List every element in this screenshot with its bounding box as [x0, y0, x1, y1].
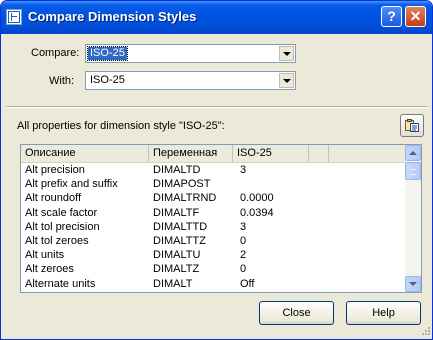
row-variable: DIMALT	[153, 277, 193, 290]
table-row[interactable]: Alt units DIMALTU 2	[21, 248, 405, 262]
table-row[interactable]: Alternate units DIMALT Off	[21, 277, 405, 291]
row-value: 0	[240, 234, 247, 247]
close-title-button[interactable]: ✕	[405, 6, 426, 27]
row-variable: DIMALTRND	[153, 192, 217, 205]
list-header: Описание Переменная ISO-25	[21, 145, 405, 163]
app-icon	[6, 9, 22, 25]
row-value: 3	[240, 220, 247, 233]
table-row[interactable]: Alt scale factor DIMALTF 0.0394	[21, 206, 405, 220]
row-description: Alt scale factor	[25, 206, 98, 219]
table-row[interactable]: Alt roundoff DIMALTRND 0.0000	[21, 191, 405, 205]
column-header-style[interactable]: ISO-25	[233, 145, 309, 162]
row-description: Alt prefix and suffix	[25, 178, 118, 191]
properties-list[interactable]: Описание Переменная ISO-25 Alt precision…	[20, 144, 422, 293]
row-description: Alt tol zeroes	[25, 234, 89, 247]
row-variable: DIMAPOST	[153, 178, 211, 191]
column-header-description[interactable]: Описание	[21, 145, 149, 162]
copy-to-clipboard-button[interactable]	[400, 114, 424, 137]
scroll-down-icon[interactable]	[405, 276, 421, 292]
compare-label: Compare:	[31, 47, 80, 59]
row-variable: DIMALTU	[153, 249, 201, 262]
row-description: Alt tol precision	[25, 220, 100, 233]
row-variable: DIMALTTD	[153, 220, 208, 233]
table-row[interactable]: Alt tol precision DIMALTTD 3	[21, 220, 405, 234]
row-variable: DIMALTZ	[153, 263, 200, 276]
scroll-up-icon[interactable]	[405, 145, 421, 161]
with-dropdown[interactable]: ISO-25	[85, 71, 296, 90]
column-header-empty	[309, 145, 329, 162]
row-description: Alt zeroes	[25, 263, 74, 276]
row-value: 0.0000	[240, 192, 274, 205]
title-bar[interactable]: Compare Dimension Styles ? ✕	[1, 1, 432, 34]
help-button[interactable]: Help	[346, 301, 421, 325]
row-description: Alt roundoff	[25, 192, 82, 205]
table-row[interactable]: Alt precision DIMALTD 3	[21, 163, 405, 177]
compare-dropdown[interactable]: ISO-25	[85, 44, 296, 63]
with-value: ISO-25	[90, 74, 125, 86]
help-title-button[interactable]: ?	[381, 6, 402, 27]
resize-grip-icon[interactable]	[419, 326, 431, 338]
row-description: Alternate units	[25, 277, 96, 290]
properties-caption: All properties for dimension style "ISO-…	[17, 120, 225, 132]
list-rows: Alt precision DIMALTD 3 Alt prefix and suff…	[21, 163, 405, 291]
divider	[7, 106, 427, 108]
window-title: Compare Dimension Styles	[28, 9, 197, 24]
with-label: With:	[49, 75, 75, 87]
row-variable: DIMALTD	[153, 164, 201, 176]
clipboard-icon	[405, 119, 419, 132]
row-description: Alt precision	[25, 164, 85, 176]
table-row[interactable]: Alt prefix and suffix DIMAPOST	[21, 177, 405, 191]
row-value: 0.0394	[240, 206, 274, 219]
row-value: 3	[240, 164, 247, 176]
row-value: 2	[240, 249, 247, 262]
row-variable: DIMALTTZ	[153, 234, 206, 247]
column-header-variable[interactable]: Переменная	[149, 145, 233, 162]
row-value: 0	[240, 263, 247, 276]
scroll-thumb[interactable]	[405, 162, 421, 180]
row-description: Alt units	[25, 249, 65, 262]
row-variable: DIMALTF	[153, 206, 200, 219]
table-row[interactable]: Alt zeroes DIMALTZ 0	[21, 262, 405, 276]
table-row[interactable]: Alt tol zeroes DIMALTTZ 0	[21, 234, 405, 248]
chevron-down-icon[interactable]	[279, 46, 294, 61]
vertical-scrollbar[interactable]	[405, 145, 421, 292]
row-value: Off	[240, 277, 255, 290]
chevron-down-icon[interactable]	[279, 73, 294, 88]
close-button[interactable]: Close	[259, 301, 334, 325]
compare-value: ISO-25	[87, 46, 128, 61]
dialog-window: Compare Dimension Styles ? ✕ Compare: IS…	[0, 0, 433, 340]
